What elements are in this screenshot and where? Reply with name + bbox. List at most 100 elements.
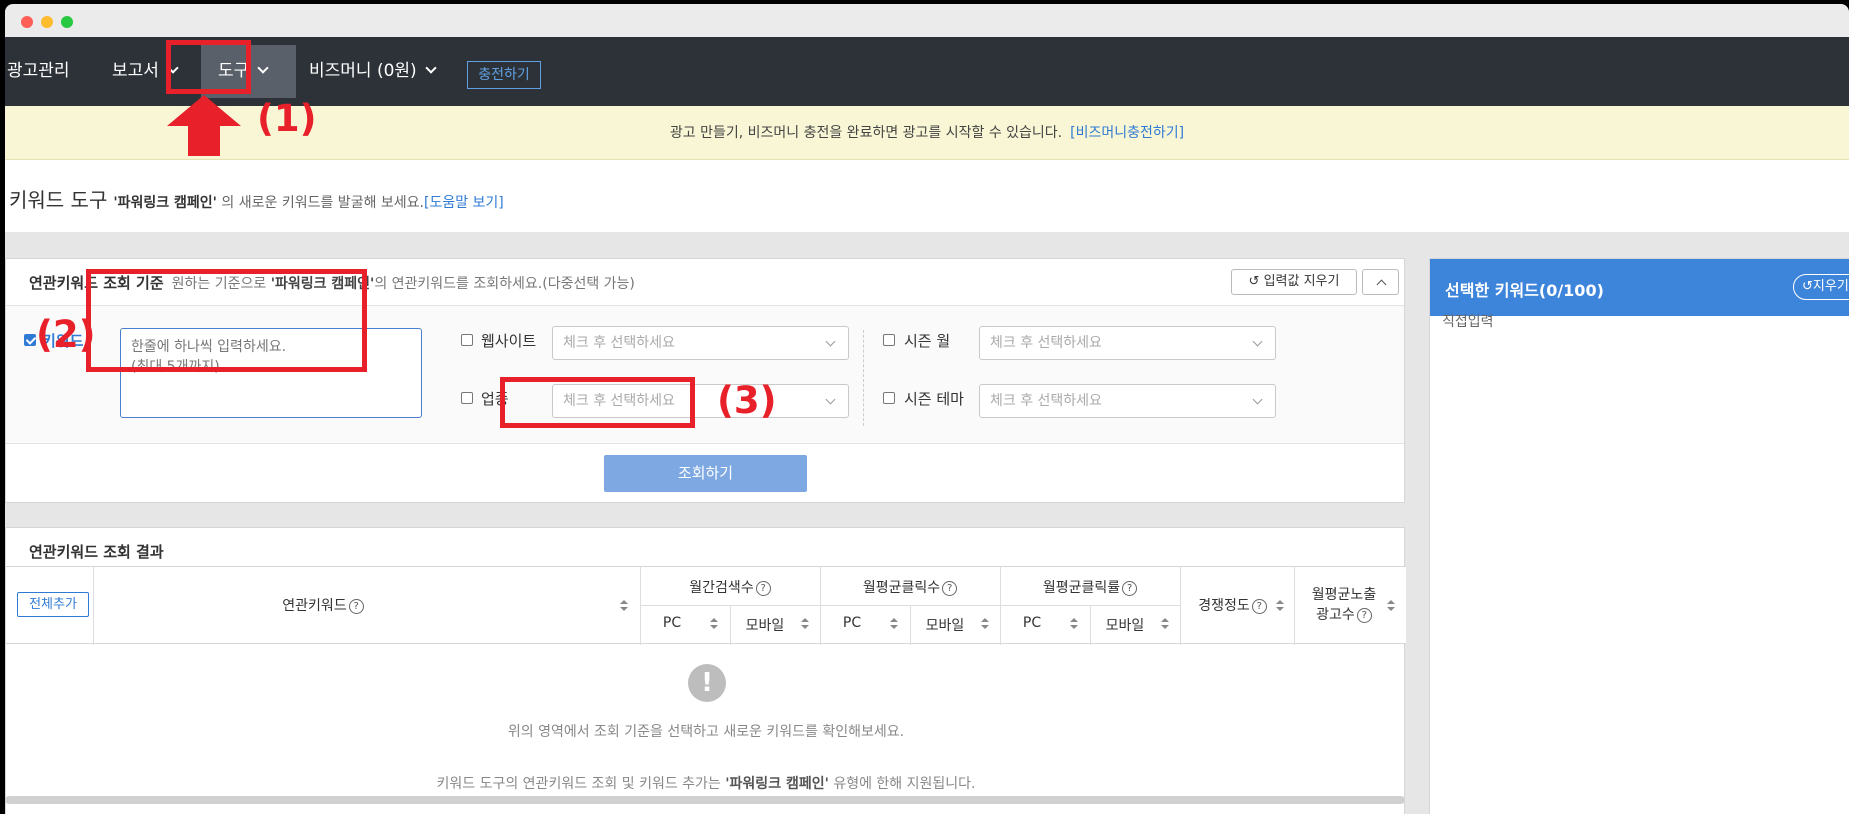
- description-text: 의 새로운 키워드를 발굴해 보세요.: [216, 195, 424, 211]
- season-month-checkbox[interactable]: [883, 334, 895, 346]
- website-checkbox[interactable]: [461, 334, 473, 346]
- selected-keywords-header: 선택한 키워드(0/100) ↺지우기: [1430, 259, 1849, 316]
- sort-icon[interactable]: [1276, 600, 1284, 612]
- col-monthly-search-label: 월간검색수: [689, 580, 754, 596]
- sort-icon[interactable]: [890, 618, 898, 630]
- help-link[interactable]: [도움말 보기]: [424, 195, 504, 211]
- results-panel: 연관키워드 조회 결과 전체추가 연관키워드? 월간검색수? 월평균클릭수? 월…: [5, 527, 1406, 814]
- help-icon[interactable]: ?: [942, 581, 958, 596]
- nav-report-label: 보고서: [112, 61, 159, 81]
- reset-input-button[interactable]: ↺ 입력값 지우기: [1231, 269, 1357, 295]
- season-theme-checkbox[interactable]: [883, 392, 895, 404]
- annotation-arrow-icon: [167, 95, 241, 126]
- col-monthly-ctr-header: 월평균클릭률?: [1000, 577, 1180, 597]
- col-search-mobile[interactable]: 모바일: [730, 615, 800, 635]
- col-monthly-clicks-label: 월평균클릭수: [862, 580, 941, 596]
- col-competition-label: 경쟁정도: [1198, 598, 1250, 614]
- tool-header: 키워드 도구 '파워링크 캠페인' 의 새로운 키워드를 발굴해 보세요.[도움말…: [5, 160, 1849, 232]
- column-divider: [863, 330, 864, 426]
- website-select[interactable]: 체크 후 선택하세요: [552, 326, 849, 360]
- collapse-button[interactable]: [1362, 269, 1399, 295]
- search-button[interactable]: 조회하기: [604, 455, 807, 492]
- help-icon[interactable]: ?: [1356, 608, 1372, 623]
- reset-input-label: 입력값 지우기: [1263, 274, 1340, 289]
- criteria-sub-suffix: 의 연관키워드를 조회하세요.(다중선택 가능): [374, 276, 635, 292]
- website-label: 웹사이트: [481, 332, 537, 350]
- help-icon[interactable]: ?: [1122, 581, 1138, 596]
- sort-icon[interactable]: [1387, 600, 1395, 612]
- close-window-button[interactable]: [21, 16, 33, 28]
- nav-bizmoney[interactable]: 비즈머니 (0원): [309, 37, 437, 106]
- window-titlebar: [5, 4, 1849, 37]
- direct-input-label[interactable]: 직접입력: [1442, 311, 1494, 331]
- empty-message: 위의 영역에서 조회 기준을 선택하고 새로운 키워드를 확인해보세요.: [507, 724, 905, 740]
- season-theme-select[interactable]: 체크 후 선택하세요: [979, 384, 1276, 418]
- minimize-window-button[interactable]: [41, 16, 53, 28]
- industry-checkbox[interactable]: [461, 392, 473, 404]
- support-note: 키워드 도구의 연관키워드 조회 및 키워드 추가는 '파워링크 캠페인' 유형…: [6, 773, 1406, 793]
- annotation-box-3: [500, 377, 695, 428]
- selected-keywords-panel: 선택한 키워드(0/100) ↺지우기 직접입력: [1429, 258, 1849, 814]
- selected-keywords-title: 선택한 키워드(0/100): [1445, 281, 1604, 300]
- browser-window: 광고관리 보고서 도구 비즈머니 (0원) 충전하기 광고 만들기, 비즈머니 …: [0, 0, 1849, 814]
- sort-icon[interactable]: [710, 618, 718, 630]
- annotation-number-3: (3): [717, 379, 777, 422]
- annotation-number-2: (2): [36, 313, 96, 356]
- help-icon[interactable]: ?: [1251, 599, 1267, 614]
- col-clicks-pc[interactable]: PC: [820, 615, 884, 631]
- chevron-down-icon: [257, 62, 269, 74]
- page-content: 광고관리 보고서 도구 비즈머니 (0원) 충전하기 광고 만들기, 비즈머니 …: [5, 37, 1849, 814]
- sort-icon[interactable]: [620, 600, 628, 612]
- refresh-icon: ↺: [1802, 279, 1813, 294]
- col-keyword-label: 연관키워드: [282, 598, 347, 614]
- col-impressions-line1: 월평균노출: [1311, 587, 1377, 603]
- col-monthly-clicks-header: 월평균클릭수?: [820, 577, 1000, 597]
- refresh-icon: ↺: [1248, 274, 1264, 289]
- season-theme-label: 시즌 테마: [904, 390, 964, 408]
- page-title: 키워드 도구 '파워링크 캠페인' 의 새로운 키워드를 발굴해 보세요.[도움말…: [9, 184, 504, 213]
- page-description: '파워링크 캠페인' 의 새로운 키워드를 발굴해 보세요.[도움말 보기]: [113, 195, 503, 211]
- chevron-down-icon: [425, 62, 437, 74]
- nav-ad-manage[interactable]: 광고관리: [7, 37, 70, 106]
- horizontal-scrollbar[interactable]: [5, 796, 1405, 804]
- col-keyword-header[interactable]: 연관키워드?: [93, 595, 553, 615]
- annotation-box-1: [166, 40, 251, 94]
- sort-icon[interactable]: [1161, 618, 1169, 630]
- sort-icon[interactable]: [1070, 618, 1078, 630]
- help-icon[interactable]: ?: [755, 581, 771, 596]
- support-note-prefix: 키워드 도구의 연관키워드 조회 및 키워드 추가는: [436, 776, 726, 792]
- maximize-window-button[interactable]: [61, 16, 73, 28]
- col-ctr-mobile[interactable]: 모바일: [1090, 615, 1160, 635]
- clear-selected-label: 지우기: [1812, 279, 1849, 294]
- sort-icon[interactable]: [801, 618, 809, 630]
- warning-icon: !: [688, 664, 726, 702]
- banner-message: 광고 만들기, 비즈머니 충전을 완료하면 광고를 시작할 수 있습니다.: [669, 125, 1063, 141]
- help-icon[interactable]: ?: [348, 599, 364, 614]
- nav-bizmoney-label: 비즈머니 (0원): [309, 61, 417, 81]
- charge-button[interactable]: 충전하기: [467, 61, 541, 89]
- col-search-pc[interactable]: PC: [640, 615, 704, 631]
- clear-selected-button[interactable]: ↺지우기: [1793, 274, 1849, 300]
- add-all-button[interactable]: 전체추가: [17, 592, 89, 617]
- col-clicks-mobile[interactable]: 모바일: [910, 615, 980, 635]
- results-table-header: 전체추가 연관키워드? 월간검색수? 월평균클릭수? 월평균클릭률? 경쟁정도?…: [6, 566, 1406, 645]
- annotation-box-2: [86, 269, 367, 372]
- keyword-checkbox[interactable]: [24, 334, 36, 346]
- annotation-arrow-shaft: [188, 126, 220, 156]
- col-impressions-line2-text: 광고수: [1316, 607, 1355, 623]
- page-title-text: 키워드 도구: [9, 188, 108, 212]
- col-impressions-header[interactable]: 월평균노출 광고수?: [1294, 585, 1394, 625]
- col-impressions-line2: 광고수?: [1294, 605, 1394, 625]
- season-month-label: 시즌 월: [904, 332, 951, 350]
- bizmoney-charge-link[interactable]: [비즈머니충전하기]: [1070, 125, 1184, 141]
- support-note-suffix: 유형에 한해 지원됩니다.: [828, 776, 976, 792]
- col-competition-header[interactable]: 경쟁정도?: [1180, 595, 1285, 615]
- top-navigation: 광고관리 보고서 도구 비즈머니 (0원) 충전하기: [5, 37, 1849, 106]
- results-title: 연관키워드 조회 결과: [29, 543, 164, 561]
- col-monthly-search-header: 월간검색수?: [640, 577, 820, 597]
- season-month-select[interactable]: 체크 후 선택하세요: [979, 326, 1276, 360]
- sort-icon[interactable]: [981, 618, 989, 630]
- col-ctr-pc[interactable]: PC: [1000, 615, 1064, 631]
- campaign-name: '파워링크 캠페인': [113, 195, 217, 211]
- col-monthly-ctr-label: 월평균클릭률: [1042, 580, 1121, 596]
